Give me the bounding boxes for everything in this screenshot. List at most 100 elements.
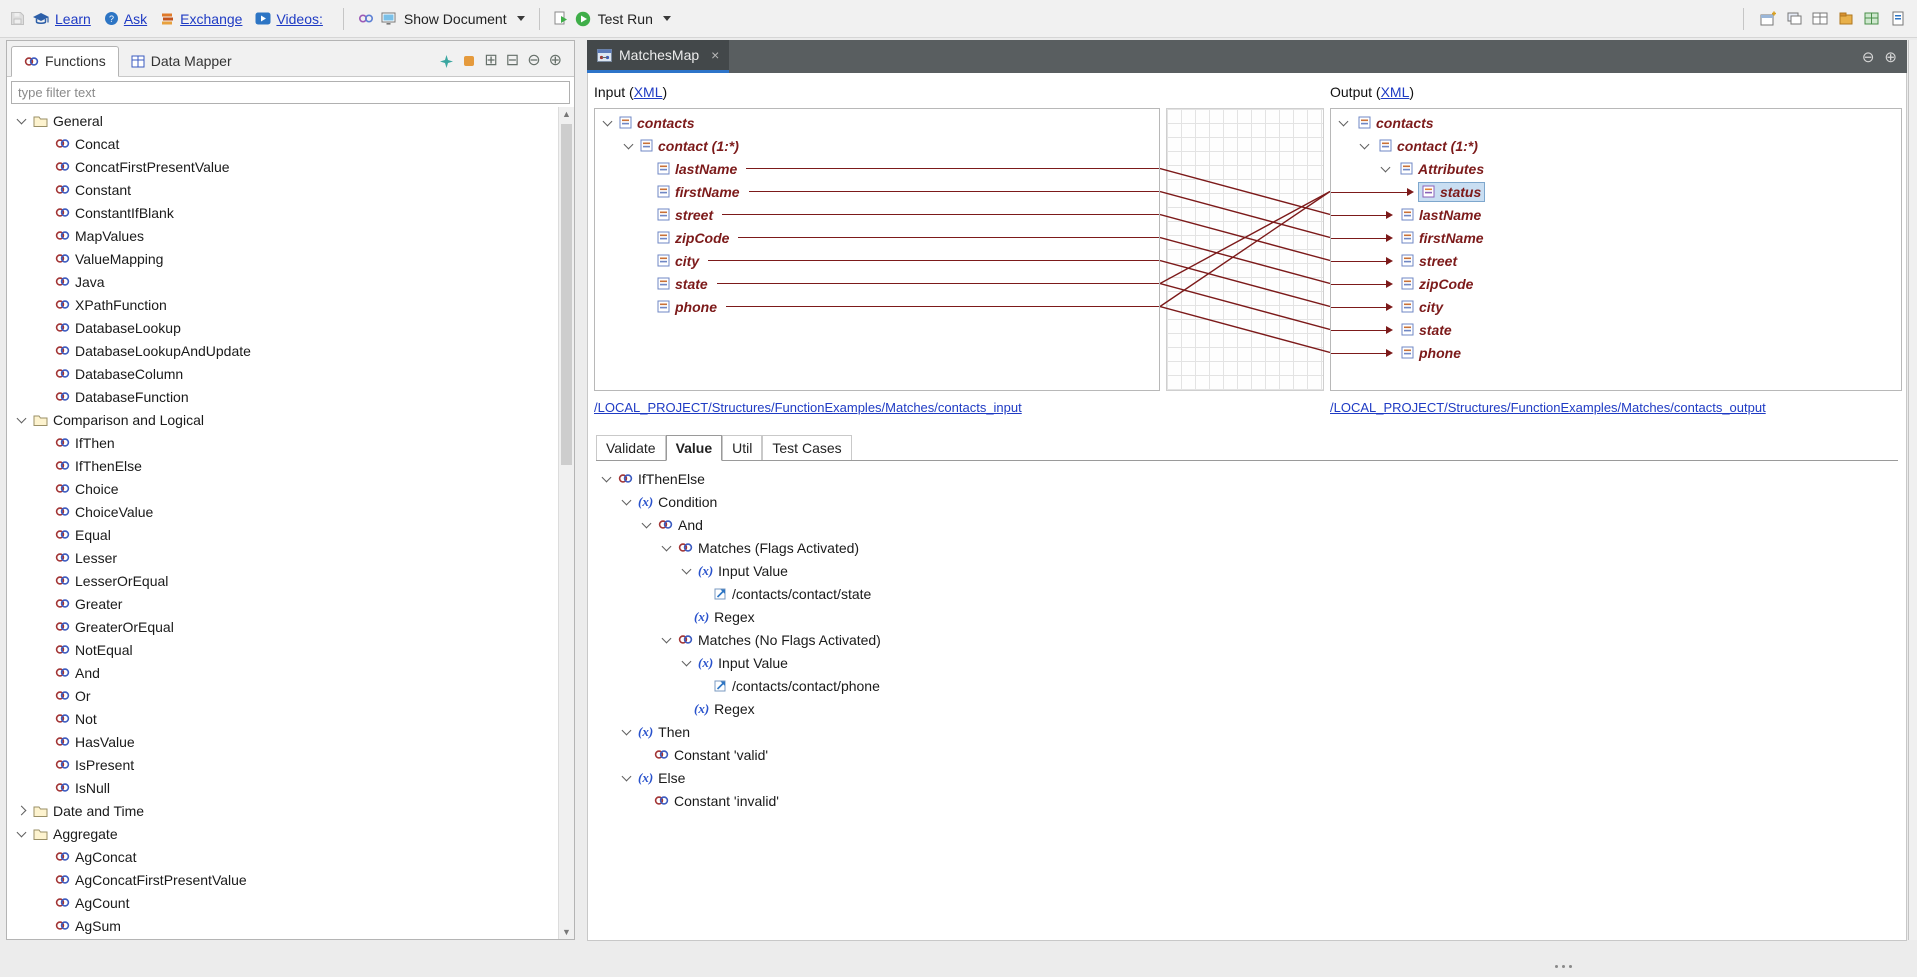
value-tree-row[interactable]: Matches (Flags Activated): [588, 536, 1906, 559]
output-node-row[interactable]: state: [1331, 318, 1901, 341]
chevron-down-icon[interactable]: [17, 827, 27, 837]
collapse-all-icon[interactable]: ⊟: [506, 53, 519, 69]
value-tree-row[interactable]: And: [588, 513, 1906, 536]
filter-input[interactable]: [11, 81, 570, 104]
function-item[interactable]: Java: [7, 270, 558, 293]
value-tree-row[interactable]: (x)Regex: [588, 605, 1906, 628]
chevron-down-icon[interactable]: [662, 541, 672, 551]
function-item[interactable]: Constant: [7, 178, 558, 201]
value-tree-row[interactable]: /contacts/contact/phone: [588, 674, 1906, 697]
tab-test-cases[interactable]: Test Cases: [762, 435, 851, 460]
value-tree-row[interactable]: (x)Then: [588, 720, 1906, 743]
exchange-link[interactable]: Exchange: [180, 11, 242, 27]
value-tree-row[interactable]: (x)Input Value: [588, 559, 1906, 582]
new-function-icon[interactable]: [439, 54, 454, 69]
import-icon[interactable]: [462, 54, 476, 68]
category-row[interactable]: Aggregate: [7, 822, 558, 845]
value-tree-row[interactable]: IfThenElse: [588, 467, 1906, 490]
output-node-row[interactable]: contacts: [1331, 111, 1901, 134]
expand-all-icon[interactable]: ⊞: [484, 53, 497, 69]
scrollbar[interactable]: ▲ ▼: [558, 107, 574, 939]
function-item[interactable]: AgConcat: [7, 845, 558, 868]
function-item[interactable]: DatabaseLookup: [7, 316, 558, 339]
value-tree-row[interactable]: (x)Input Value: [588, 651, 1906, 674]
function-item[interactable]: GreaterOrEqual: [7, 615, 558, 638]
maximize-icon[interactable]: ⊕: [549, 53, 562, 69]
value-tree-row[interactable]: (x)Else: [588, 766, 1906, 789]
test-run-button[interactable]: Test Run: [598, 11, 653, 27]
output-node-row[interactable]: street: [1331, 249, 1901, 272]
save-icon[interactable]: [10, 11, 25, 26]
output-node-row[interactable]: city: [1331, 295, 1901, 318]
chevron-down-icon[interactable]: [622, 725, 632, 735]
value-tree-row[interactable]: (x)Condition: [588, 490, 1906, 513]
chevron-down-icon[interactable]: [662, 633, 672, 643]
chevron-right-icon[interactable]: [17, 806, 27, 816]
function-item[interactable]: XPathFunction: [7, 293, 558, 316]
function-item[interactable]: IsPresent: [7, 753, 558, 776]
function-item[interactable]: Lesser: [7, 546, 558, 569]
package-icon[interactable]: [1838, 11, 1855, 26]
input-node-row[interactable]: contacts: [595, 111, 1159, 134]
function-item[interactable]: HasValue: [7, 730, 558, 753]
function-item[interactable]: IfThen: [7, 431, 558, 454]
function-item[interactable]: LesserOrEqual: [7, 569, 558, 592]
minimized-panel-strip[interactable]: [1908, 40, 1917, 940]
function-item[interactable]: NotEqual: [7, 638, 558, 661]
minimize-icon[interactable]: ⊖: [1862, 48, 1875, 66]
chevron-down-icon[interactable]: [17, 413, 27, 423]
ask-link[interactable]: Ask: [124, 11, 147, 27]
function-item[interactable]: DatabaseColumn: [7, 362, 558, 385]
learn-button[interactable]: Learn: [32, 11, 91, 27]
chevron-down-icon[interactable]: [682, 656, 692, 666]
function-item[interactable]: AgCount: [7, 891, 558, 914]
connect-icon[interactable]: [358, 12, 374, 25]
function-item[interactable]: IsNull: [7, 776, 558, 799]
input-node-row[interactable]: zipCode: [595, 226, 1159, 249]
function-item[interactable]: Concat: [7, 132, 558, 155]
chevron-down-icon[interactable]: [642, 518, 652, 528]
output-node-row[interactable]: firstName: [1331, 226, 1901, 249]
category-row[interactable]: Date and Time: [7, 799, 558, 822]
function-item[interactable]: DatabaseLookupAndUpdate: [7, 339, 558, 362]
open-perspective-icon[interactable]: [1760, 11, 1777, 26]
tab-util[interactable]: Util: [722, 435, 762, 460]
show-document-chevron-icon[interactable]: [517, 16, 525, 21]
value-tree-row[interactable]: /contacts/contact/state: [588, 582, 1906, 605]
tab-matchesmap[interactable]: MatchesMap ×: [587, 40, 729, 73]
exchange-button[interactable]: Exchange: [160, 11, 242, 27]
chevron-down-icon[interactable]: [17, 114, 27, 124]
test-run-icon[interactable]: [575, 11, 591, 27]
monitor-icon[interactable]: [381, 12, 397, 26]
function-item[interactable]: AgSum: [7, 914, 558, 937]
minimize-icon[interactable]: ⊖: [527, 53, 540, 69]
chevron-down-icon[interactable]: [1381, 162, 1391, 172]
tab-data-mapper[interactable]: Data Mapper: [119, 47, 244, 76]
document-view-icon[interactable]: [1890, 11, 1907, 26]
output-node-row[interactable]: contact (1:*): [1331, 134, 1901, 157]
output-node-row[interactable]: lastName: [1331, 203, 1901, 226]
chevron-down-icon[interactable]: [602, 472, 612, 482]
tab-value[interactable]: Value: [666, 435, 723, 461]
input-node-row[interactable]: state: [595, 272, 1159, 295]
input-structure-link[interactable]: /LOCAL_PROJECT/Structures/FunctionExampl…: [594, 400, 1022, 415]
tab-functions[interactable]: Functions: [11, 46, 119, 77]
learn-link[interactable]: Learn: [55, 11, 91, 27]
function-item[interactable]: ConcatFirstPresentValue: [7, 155, 558, 178]
videos-button[interactable]: Videos:: [255, 11, 322, 27]
chevron-down-icon[interactable]: [624, 139, 634, 149]
category-row[interactable]: Comparison and Logical: [7, 408, 558, 431]
function-item[interactable]: MapValues: [7, 224, 558, 247]
value-tree-row[interactable]: Matches (No Flags Activated): [588, 628, 1906, 651]
ask-button[interactable]: ? Ask: [104, 11, 147, 27]
function-item[interactable]: Equal: [7, 523, 558, 546]
scrollbar-thumb[interactable]: [561, 124, 572, 465]
show-document-button[interactable]: Show Document: [404, 11, 507, 27]
chevron-down-icon[interactable]: [682, 564, 692, 574]
input-node-row[interactable]: city: [595, 249, 1159, 272]
scroll-up-icon[interactable]: ▲: [559, 109, 574, 119]
chevron-down-icon[interactable]: [1339, 116, 1349, 126]
value-tree-row[interactable]: Constant 'valid': [588, 743, 1906, 766]
output-node-row[interactable]: phone: [1331, 341, 1901, 364]
chevron-down-icon[interactable]: [622, 495, 632, 505]
